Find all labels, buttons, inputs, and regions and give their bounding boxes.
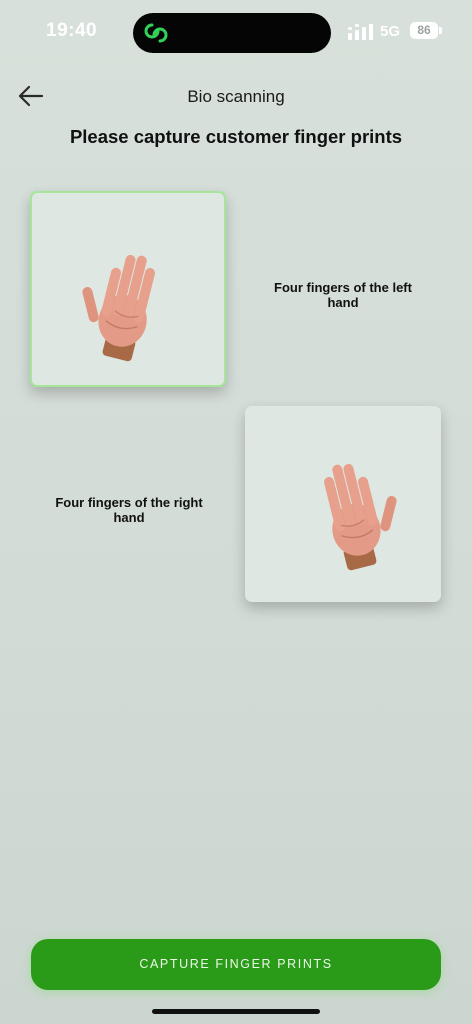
left-hand-label: Four fingers of the left hand xyxy=(274,280,412,310)
home-indicator xyxy=(152,1009,320,1014)
page-title: Bio scanning xyxy=(187,87,285,106)
right-hand-card[interactable] xyxy=(245,406,441,602)
signal-bars-icon xyxy=(348,24,373,40)
dynamic-island xyxy=(133,13,331,53)
left-hand-icon xyxy=(82,254,155,362)
capture-finger-prints-button[interactable]: CAPTURE FINGER PRINTS xyxy=(31,939,441,990)
linked-rings-icon xyxy=(144,23,168,43)
status-time: 19:40 xyxy=(46,20,98,41)
instruction-heading: Please capture customer finger prints xyxy=(69,126,403,147)
status-bar: 19:40 5G 86 xyxy=(0,0,472,64)
battery-tip xyxy=(439,27,442,34)
left-hand-card[interactable] xyxy=(30,191,226,387)
network-label: 5G xyxy=(380,23,401,40)
right-hand-label: Four fingers of the right hand xyxy=(55,495,203,525)
battery-icon: 86 xyxy=(410,22,438,39)
right-hand-icon xyxy=(324,463,397,571)
